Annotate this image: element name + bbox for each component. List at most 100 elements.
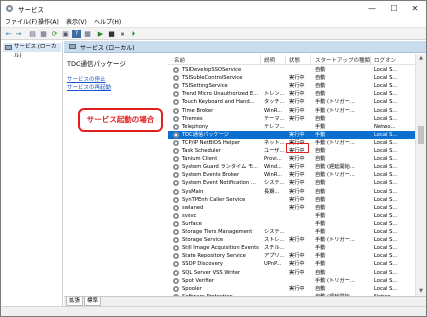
- cell-name: Storage Service: [182, 237, 224, 244]
- cell-name: SynTPEnh Caller Service: [182, 196, 246, 203]
- service-gear-icon: [173, 156, 179, 163]
- cell-desc: Wind...: [264, 164, 282, 171]
- scroll-up-icon[interactable]: ▲: [416, 54, 426, 63]
- tab-standard[interactable]: 標準: [84, 297, 102, 306]
- service-gear-icon: [173, 204, 179, 211]
- table-row[interactable]: System Events Broker WinR... 実行中 自動 (トリガー..…: [168, 171, 415, 179]
- table-row[interactable]: Storage Service ストレ... 実行中 手動 (トリガー... Local…: [168, 236, 415, 244]
- column-header-logon[interactable]: ログオン: [374, 56, 396, 64]
- table-row[interactable]: svsvc 手動 Local S...: [168, 212, 415, 220]
- properties-icon[interactable]: ▦: [83, 30, 92, 38]
- title-bar: サービス — ☐ ✕: [1, 1, 426, 16]
- table-row[interactable]: SynTPEnh Caller Service 実行中 自動 Local S...: [168, 196, 415, 204]
- menu-view[interactable]: 表示(V): [66, 17, 87, 26]
- cell-name: Trend Micro Unauthorized E...: [182, 91, 259, 98]
- cell-name: swlaned: [182, 204, 204, 211]
- service-gear-icon: [173, 131, 179, 138]
- cell-startup: 手動: [315, 245, 326, 252]
- column-header-startup-type[interactable]: スタートアップの種類: [315, 56, 370, 64]
- minimize-button[interactable]: —: [361, 1, 383, 16]
- help-icon[interactable]: ?: [72, 30, 81, 38]
- table-row[interactable]: Trend Micro Unauthorized E... トレン... 実行中 自動…: [168, 90, 415, 98]
- cell-status: 実行中: [289, 99, 305, 106]
- cell-name: Tanium Client: [182, 156, 218, 163]
- pane-header: サービス (ローカル): [64, 41, 426, 53]
- cell-status: 実行中: [289, 115, 305, 122]
- service-gear-icon: [173, 107, 179, 114]
- cell-logon: Local S...: [374, 172, 398, 179]
- column-header-status[interactable]: 状態: [289, 56, 300, 64]
- table-row[interactable]: SysMain 長期... 実行中 自動 Local S...: [168, 188, 415, 196]
- close-button[interactable]: ✕: [404, 1, 426, 16]
- export-icon[interactable]: ▣: [61, 30, 70, 38]
- table-row[interactable]: SSDP Discovery UPnP... 実行中 手動 Local S...: [168, 260, 415, 268]
- table-row[interactable]: Storage Tiers Management システ... 手動 Local S.…: [168, 228, 415, 236]
- forward-icon[interactable]: →: [14, 30, 23, 38]
- list-view-icon[interactable]: ▦: [39, 30, 48, 38]
- cell-startup: 手動 (トリガー...: [315, 237, 355, 244]
- table-row[interactable]: Surface 手動 Local S...: [168, 220, 415, 228]
- cell-name: System Events Broker: [182, 172, 240, 179]
- service-gear-icon: [173, 91, 179, 98]
- table-row[interactable]: TSIDevelopSSOService 自動 Local S...: [168, 66, 415, 74]
- vertical-scrollbar[interactable]: ▲ ▼: [415, 54, 426, 296]
- stop-service-link[interactable]: サービスの停止: [67, 75, 106, 83]
- cell-logon: Local S...: [374, 164, 398, 171]
- table-row[interactable]: Tanium Client Provi... 実行中 自動 Local S...: [168, 155, 415, 163]
- restart-service-icon[interactable]: ⏵: [129, 30, 138, 38]
- tab-extended[interactable]: 拡張: [66, 297, 84, 306]
- menu-action[interactable]: 操作(A): [38, 17, 59, 26]
- cell-name: Spooler: [182, 285, 202, 292]
- pause-service-icon[interactable]: ⏸: [118, 30, 127, 38]
- table-row[interactable]: Touch Keyboard and Hand... タッチ... 実行中 手動 (ト…: [168, 98, 415, 106]
- cell-startup: 自動 (トリガー...: [315, 172, 355, 179]
- cell-startup: 自動: [315, 91, 326, 98]
- table-row[interactable]: Spot Verifier 手動 (トリガー... Local S...: [168, 277, 415, 285]
- table-row[interactable]: Telephony テレフ... 手動 Netwo...: [168, 123, 415, 131]
- cell-status: 実行中: [289, 188, 305, 195]
- table-row[interactable]: System Event Notification ... システ... 実行中 自動…: [168, 179, 415, 187]
- column-header-name[interactable]: 名前: [174, 56, 185, 64]
- tree-item-services-local[interactable]: サービス (ローカル): [3, 43, 61, 59]
- table-row[interactable]: Themes テーマ... 実行中 自動 Local S...: [168, 115, 415, 123]
- cell-name: TSISubleControlService: [182, 75, 243, 82]
- table-row[interactable]: System Guard ランタイム モ... Wind... 実行中 自動 (遅延開…: [168, 163, 415, 171]
- selected-service-title: TDC通信パッケージ: [67, 60, 126, 68]
- table-row[interactable]: Still Image Acquisition Events スチル... 手動 Lo…: [168, 244, 415, 252]
- start-service-icon[interactable]: ▶: [96, 30, 105, 38]
- cell-name: TSIDevelopSSOService: [182, 67, 242, 73]
- table-row[interactable]: TSISubleControlService 実行中 自動 Local S...: [168, 74, 415, 82]
- service-gear-icon: [173, 148, 179, 154]
- table-header: 名前 説明 状態 スタートアップの種類 ログオン: [168, 54, 415, 65]
- table-row[interactable]: TDC通信パッケージ 実行中 手動 Local S...: [168, 130, 415, 139]
- table-row[interactable]: Spooler 実行中 自動 Local S...: [168, 285, 415, 293]
- cell-status: 実行中: [289, 131, 305, 138]
- back-icon[interactable]: ←: [4, 30, 13, 38]
- cell-desc: テレフ...: [264, 123, 285, 130]
- cell-logon: Local S...: [374, 229, 398, 235]
- scroll-thumb[interactable]: [418, 126, 424, 144]
- cell-logon: Local S...: [374, 148, 398, 154]
- menu-file[interactable]: ファイル(F): [5, 17, 37, 26]
- refresh-icon[interactable]: ⟳: [50, 30, 59, 38]
- table-row[interactable]: SQL Server VSS Writer 実行中 自動 Local S...: [168, 269, 415, 277]
- scroll-down-icon[interactable]: ▼: [416, 287, 426, 296]
- table-row[interactable]: swlaned 実行中 自動 Local S...: [168, 204, 415, 212]
- column-header-description[interactable]: 説明: [264, 56, 275, 64]
- maximize-button[interactable]: ☐: [383, 1, 405, 16]
- status-bar: [1, 306, 426, 316]
- console-tree-icon[interactable]: ▤: [28, 30, 37, 38]
- cell-desc: テーマ...: [264, 115, 285, 122]
- table-row[interactable]: State Repository Service アプリ... 実行中 手動 Local…: [168, 252, 415, 260]
- cell-logon: Local S...: [374, 180, 398, 187]
- table-row[interactable]: Time Broker WinR... 実行中 手動 (トリガー... Local S.…: [168, 107, 415, 115]
- cell-logon: Local S...: [374, 261, 398, 268]
- cell-desc: ユーザ...: [264, 148, 285, 154]
- cell-name: Telephony: [182, 123, 209, 130]
- stop-service-icon[interactable]: ■: [107, 30, 116, 38]
- menu-help[interactable]: ヘルプ(H): [94, 17, 121, 26]
- cell-logon: Local S...: [374, 220, 398, 227]
- cell-logon: Local S...: [374, 204, 398, 211]
- restart-service-link[interactable]: サービスの再起動: [67, 83, 111, 91]
- table-row[interactable]: TSISettingService 実行中 自動 Local S...: [168, 82, 415, 90]
